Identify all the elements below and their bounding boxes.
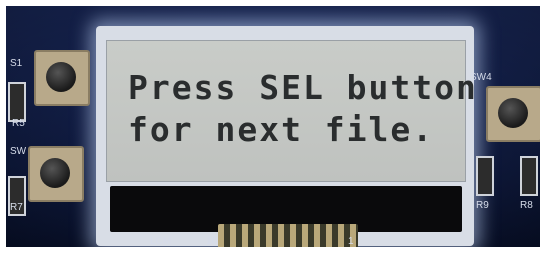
button-cap	[46, 62, 76, 92]
label-s1: S1	[10, 58, 23, 69]
label-r8: R8	[520, 200, 533, 211]
label-sw4: SW4	[470, 72, 492, 83]
label-lcm: LCM	[150, 236, 172, 247]
label-r5: R5	[12, 118, 25, 129]
label-sw: SW	[10, 146, 27, 157]
push-button-bottom-left	[28, 146, 84, 202]
resistor-r9	[476, 156, 494, 196]
label-pin-1: 1	[348, 236, 354, 247]
lcd-photo: Press SEL button for next file. S1 R5 SW…	[6, 6, 540, 247]
resistor-r5	[8, 82, 26, 122]
resistor-r8	[520, 156, 538, 196]
lcd-line-1: Press SEL button	[128, 68, 478, 107]
label-r9: R9	[476, 200, 489, 211]
push-button-top-left	[34, 50, 90, 106]
label-pin-10: 10	[206, 236, 218, 247]
button-cap	[40, 158, 70, 188]
push-button-right	[486, 86, 540, 142]
lcd-header-pins	[218, 224, 358, 247]
label-r7: R7	[10, 202, 23, 213]
button-cap	[498, 98, 528, 128]
lcd-line-2: for next file.	[128, 110, 435, 149]
